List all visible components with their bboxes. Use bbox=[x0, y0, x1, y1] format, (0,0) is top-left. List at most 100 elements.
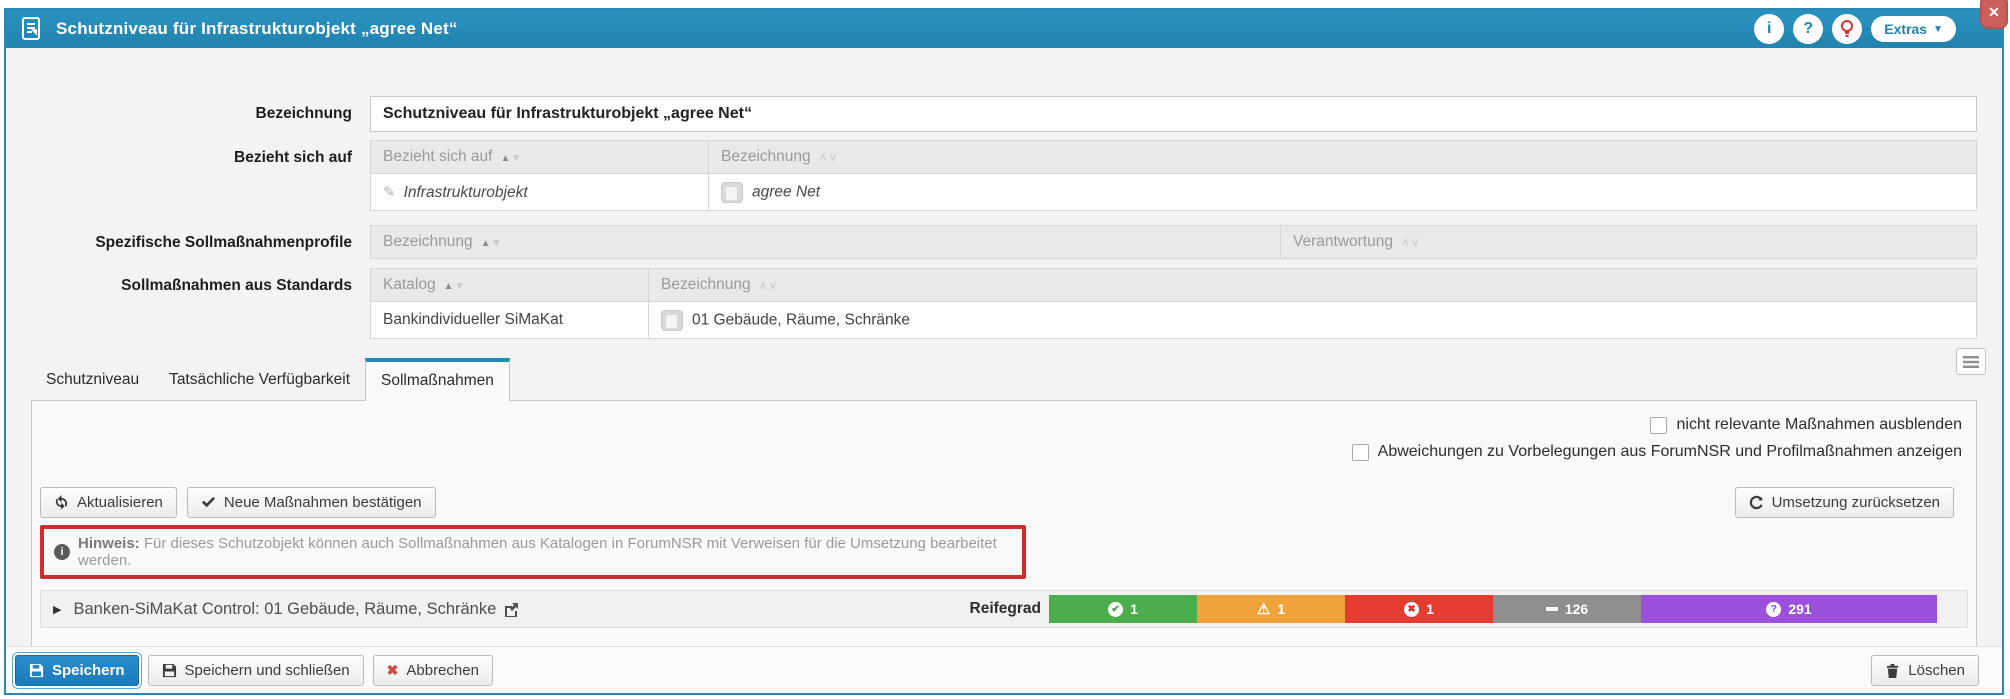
chevron-sort-icon[interactable] bbox=[819, 150, 839, 164]
delete-button[interactable]: Löschen bbox=[1871, 655, 1979, 686]
bezieht-label: Bezieht sich auf bbox=[6, 140, 352, 167]
hide-irrelevant-checkbox[interactable] bbox=[1650, 417, 1667, 434]
sort-asc-desc-icon[interactable] bbox=[481, 238, 503, 249]
standards-table: Katalog Bezeichnung Bankindividueller Si… bbox=[370, 268, 1977, 339]
hide-irrelevant-label: nicht relevante Maßnahmen ausblenden bbox=[1676, 416, 1962, 434]
maturity-segment-neutral[interactable]: 126 bbox=[1493, 595, 1641, 623]
delete-label: Löschen bbox=[1908, 662, 1965, 679]
refresh-button[interactable]: Aktualisieren bbox=[40, 487, 177, 518]
panel-toolbar: Aktualisieren Neue Maßnahmen bestätigen … bbox=[40, 487, 1968, 518]
confirm-label: Neue Maßnahmen bestätigen bbox=[224, 494, 422, 511]
help-button[interactable]: ? bbox=[1793, 14, 1823, 44]
tip-button[interactable] bbox=[1832, 14, 1862, 44]
save-icon bbox=[162, 663, 177, 678]
save-and-close-button[interactable]: Speichern und schließen bbox=[148, 655, 364, 686]
reset-label: Umsetzung zurücksetzen bbox=[1772, 494, 1940, 511]
refresh-label: Aktualisieren bbox=[77, 494, 163, 511]
relates-type-cell: Infrastrukturobjekt bbox=[404, 184, 528, 201]
expand-arrow-icon[interactable]: ▶ bbox=[53, 603, 61, 616]
show-deviations-label: Abweichungen zu Vorbelegungen aus ForumN… bbox=[1378, 443, 1962, 461]
maturity-segment-error[interactable]: ✖ 1 bbox=[1345, 595, 1493, 623]
confirm-new-measures-button[interactable]: Neue Maßnahmen bestätigen bbox=[187, 487, 436, 518]
tab-sollmassnahmen[interactable]: Sollmaßnahmen bbox=[365, 358, 510, 401]
maturity-bar: ✔ 1 ⚠ 1 ✖ 1 126 ? 291 bbox=[1049, 595, 1937, 623]
tab-verfuegbarkeit[interactable]: Tatsächliche Verfügbarkeit bbox=[154, 361, 365, 400]
reifegrad-label: Reifegrad bbox=[970, 600, 1042, 618]
reset-icon bbox=[1749, 495, 1764, 510]
profile-label: Spezifische Sollmaßnahmenprofile bbox=[6, 225, 352, 252]
standards-label: Sollmaßnahmen aus Standards bbox=[6, 268, 352, 295]
table-row[interactable]: Bankindividueller SiMaKat 01 Gebäude, Rä… bbox=[371, 302, 1977, 339]
cancel-label: Abbrechen bbox=[406, 662, 479, 679]
tab-bar: Schutzniveau Tatsächliche Verfügbarkeit … bbox=[31, 360, 1977, 400]
neutral-count: 126 bbox=[1565, 601, 1588, 617]
document-icon bbox=[22, 17, 42, 41]
bezeichnung-row: Bezeichnung bbox=[6, 96, 2002, 132]
checkbox-hide-irrelevant-row: nicht relevante Maßnahmen ausblenden bbox=[40, 416, 1962, 434]
tab-schutzniveau[interactable]: Schutzniveau bbox=[31, 361, 154, 400]
save-icon bbox=[29, 663, 44, 678]
save-button[interactable]: Speichern bbox=[15, 655, 139, 686]
katalog-col-header[interactable]: Katalog bbox=[371, 269, 649, 302]
x-circle-icon: ✖ bbox=[1404, 602, 1419, 617]
bezieht-col-header[interactable]: Bezieht sich auf bbox=[371, 141, 709, 174]
profile-row: Spezifische Sollmaßnahmenprofile Bezeich… bbox=[6, 225, 2002, 259]
standards-bezeichnung-col-header[interactable]: Bezeichnung bbox=[649, 269, 1977, 302]
save-close-label: Speichern und schließen bbox=[185, 662, 350, 679]
bezeichnung-input[interactable] bbox=[370, 96, 1977, 132]
hint-label: Hinweis: bbox=[78, 535, 140, 552]
maturity-segment-unknown[interactable]: ? 291 bbox=[1641, 595, 1937, 623]
external-link-icon[interactable] bbox=[504, 602, 519, 617]
warning-icon: ⚠ bbox=[1257, 602, 1270, 617]
close-button[interactable]: ✕ bbox=[1980, 0, 2008, 29]
title-bar: Schutzniveau für Infrastrukturobjekt „ag… bbox=[6, 10, 2002, 48]
table-row[interactable]: ✎Infrastrukturobjekt agree Net bbox=[371, 174, 1977, 211]
chevron-sort-icon[interactable] bbox=[1401, 235, 1421, 249]
sort-asc-desc-icon[interactable] bbox=[444, 281, 466, 292]
cancel-button[interactable]: ✖ Abbrechen bbox=[373, 655, 493, 686]
info-button[interactable]: i bbox=[1754, 14, 1784, 44]
unknown-count: 291 bbox=[1788, 601, 1811, 617]
hint-box: i Hinweis: Für dieses Schutzobjekt könne… bbox=[40, 525, 1026, 579]
pencil-icon: ✎ bbox=[383, 184, 396, 201]
ok-count: 1 bbox=[1130, 601, 1138, 617]
close-icon: ✕ bbox=[1988, 4, 2000, 21]
refresh-icon bbox=[54, 495, 69, 510]
katalog-cell: Bankindividueller SiMaKat bbox=[371, 302, 649, 339]
bezeichnung-label: Bezeichnung bbox=[6, 96, 352, 123]
standards-item-cell: 01 Gebäude, Räume, Schränke bbox=[692, 311, 910, 328]
catalog-row-label: Banken-SiMaKat Control: 01 Gebäude, Räum… bbox=[73, 600, 496, 619]
list-icon bbox=[1963, 356, 1979, 368]
minus-icon bbox=[1546, 607, 1558, 611]
lightbulb-icon bbox=[1840, 20, 1854, 38]
x-icon: ✖ bbox=[387, 662, 399, 679]
maturity-segment-warning[interactable]: ⚠ 1 bbox=[1197, 595, 1345, 623]
standards-row: Sollmaßnahmen aus Standards Katalog Beze… bbox=[6, 268, 2002, 339]
bezeichnung-col-header[interactable]: Bezeichnung bbox=[709, 141, 1977, 174]
extras-label: Extras bbox=[1884, 21, 1927, 37]
catalog-accordion-row[interactable]: ▶ Banken-SiMaKat Control: 01 Gebäude, Rä… bbox=[40, 590, 1968, 628]
profile-table: Bezeichnung Verantwortung bbox=[370, 225, 1977, 259]
show-deviations-checkbox[interactable] bbox=[1352, 444, 1369, 461]
object-icon bbox=[721, 182, 743, 203]
reset-implementation-button[interactable]: Umsetzung zurücksetzen bbox=[1735, 487, 1954, 518]
verantwortung-col-header[interactable]: Verantwortung bbox=[1281, 226, 1977, 259]
page-title: Schutzniveau für Infrastrukturobjekt „ag… bbox=[56, 19, 1754, 39]
extras-button[interactable]: Extras ▼ bbox=[1871, 16, 1956, 42]
window-frame: Schutzniveau für Infrastrukturobjekt „ag… bbox=[4, 8, 2004, 695]
hint-text: Für dieses Schutzobjekt können auch Soll… bbox=[78, 535, 997, 569]
footer-bar: Speichern Speichern und schließen ✖ Abbr… bbox=[6, 646, 2002, 693]
chevron-down-icon: ▼ bbox=[1933, 24, 1943, 35]
sollmassnahmen-panel: nicht relevante Maßnahmen ausblenden Abw… bbox=[31, 400, 1977, 663]
chevron-sort-icon[interactable] bbox=[759, 278, 779, 292]
profile-bezeichnung-col-header[interactable]: Bezeichnung bbox=[371, 226, 1281, 259]
maturity-segment-ok[interactable]: ✔ 1 bbox=[1049, 595, 1197, 623]
sort-asc-desc-icon[interactable] bbox=[500, 153, 522, 164]
checkbox-show-deviations-row: Abweichungen zu Vorbelegungen aus ForumN… bbox=[40, 443, 1962, 461]
question-circle-icon: ? bbox=[1766, 602, 1781, 617]
trash-icon bbox=[1885, 663, 1900, 678]
info-icon: i bbox=[1767, 20, 1771, 38]
layout-toggle-button[interactable] bbox=[1956, 348, 1986, 375]
bezieht-table: Bezieht sich auf Bezeichnung ✎ Infrastruk… bbox=[370, 140, 1977, 211]
error-count: 1 bbox=[1426, 601, 1434, 617]
